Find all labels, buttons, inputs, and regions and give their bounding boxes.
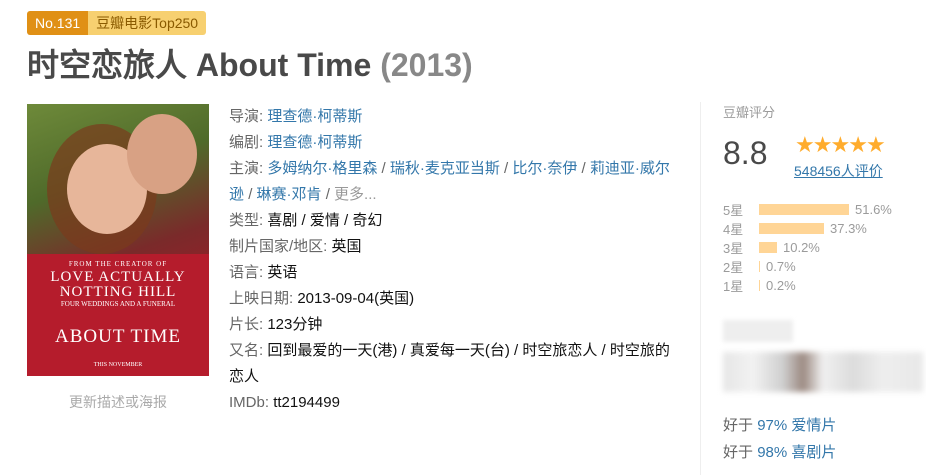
imdb-label: IMDb: (229, 394, 270, 411)
cast-row: 主演: 多姆纳尔·格里森 / 瑞秋·麦克亚当斯 / 比尔·奈伊 / 莉迪亚·威尔… (229, 160, 670, 203)
distribution-value: 10.2% (783, 240, 820, 255)
rating-stars-icon: ★★★★★ (795, 132, 886, 158)
country-label: 制片国家/地区: (229, 238, 328, 255)
top250-badge[interactable]: No.131 豆瓣电影Top250 (27, 11, 207, 35)
director-link[interactable]: 理查德·柯蒂斯 (267, 108, 362, 125)
distribution-row: 5星 51.6% (723, 200, 923, 219)
better-than-row: 好于 98% 喜剧片 (723, 439, 836, 466)
page-title: 时空恋旅人 About Time (2013) (27, 40, 473, 86)
cast-link[interactable]: 比尔·奈伊 (512, 160, 577, 177)
director-label: 导演: (229, 108, 264, 125)
rating-label: 豆瓣评分 (723, 105, 776, 120)
rating-score: 8.8 (723, 135, 768, 171)
star-icon: ★ (848, 132, 868, 157)
distribution-row: 2星 0.7% (723, 257, 923, 276)
aka-label: 又名: (229, 342, 264, 359)
language-label: 语言: (229, 264, 264, 281)
distribution-bar (759, 280, 760, 291)
top250-label: 豆瓣电影Top250 (88, 11, 207, 35)
distribution-value: 0.2% (766, 278, 796, 293)
star-level: 4星 (723, 222, 744, 237)
blurred-region (723, 320, 923, 392)
distribution-row: 3星 10.2% (723, 238, 923, 257)
blurred-content (723, 352, 923, 392)
distribution-bar (759, 261, 760, 272)
better-genre-link[interactable]: 喜剧片 (791, 444, 836, 461)
half-star-icon: ★ (865, 132, 886, 157)
section-divider (700, 102, 701, 475)
cast-link[interactable]: 多姆纳尔·格里森 (267, 160, 377, 177)
release-row: 上映日期: 2013-09-04(英国) (229, 286, 679, 312)
genre-row: 类型: 喜剧 / 爱情 / 奇幻 (229, 208, 679, 234)
distribution-value: 37.3% (830, 221, 867, 236)
star-icon: ★ (795, 132, 815, 157)
poster-credit-1: LOVE ACTUALLY (50, 269, 186, 285)
movie-name: 时空恋旅人 About Time (27, 47, 372, 83)
better-pct[interactable]: 98% (757, 444, 787, 461)
star-level: 5星 (723, 203, 744, 218)
runtime-label: 片长: (229, 316, 264, 333)
writer-label: 编剧: (229, 134, 264, 151)
star-icon: ★ (812, 132, 833, 157)
rating-panel: 豆瓣评分 8.8 ★★★★★ 548456人评价 (723, 102, 923, 179)
poster-credits: LOVE ACTUALLY NOTTING HILL (27, 270, 209, 300)
better-than: 好于 97% 爱情片 好于 98% 喜剧片 (723, 412, 836, 466)
star-level: 3星 (723, 241, 744, 256)
rating-distribution: 5星 51.6% 4星 37.3% 3星 10.2% 2星 0.7% 1星 0.… (723, 200, 923, 295)
writer-row: 编剧: 理查德·柯蒂斯 (229, 130, 679, 156)
movie-poster[interactable]: FROM THE CREATOR OF LOVE ACTUALLY NOTTIN… (27, 104, 209, 376)
language-value: 英语 (267, 264, 298, 281)
cast-more-link[interactable]: 更多... (334, 186, 377, 203)
distribution-row: 1星 0.2% (723, 276, 923, 295)
distribution-value: 51.6% (855, 202, 892, 217)
imdb-value: tt2194499 (273, 394, 340, 411)
poster-date: THIS NOVEMBER (93, 362, 143, 368)
distribution-bar (759, 204, 849, 215)
director-row: 导演: 理查德·柯蒂斯 (229, 104, 679, 130)
language-row: 语言: 英语 (229, 260, 679, 286)
writer-link[interactable]: 理查德·柯蒂斯 (267, 134, 362, 151)
country-value: 英国 (331, 238, 362, 255)
cast-label: 主演: (229, 160, 264, 177)
movie-info: 导演: 理查德·柯蒂斯 编剧: 理查德·柯蒂斯 主演: 多姆纳尔·格里森 / 瑞… (229, 104, 679, 416)
movie-year: (2013) (380, 47, 473, 83)
aka-value: 回到最爱的一天(港) / 真爱每一天(台) / 时空旅恋人 / 时空旅的恋人 (229, 342, 670, 385)
distribution-bar (759, 242, 777, 253)
rank-number: No.131 (27, 11, 89, 35)
cast-link[interactable]: 琳赛·邓肯 (257, 186, 322, 203)
poster-title: ABOUT TIME (55, 326, 181, 347)
better-prefix: 好于 (723, 417, 754, 434)
better-genre-link[interactable]: 爱情片 (791, 417, 836, 434)
distribution-value: 0.7% (766, 259, 796, 274)
release-label: 上映日期: (229, 290, 294, 307)
aka-row: 又名: 回到最爱的一天(港) / 真爱每一天(台) / 时空旅恋人 / 时空旅的… (229, 338, 679, 390)
release-value: 2013-09-04(英国) (297, 290, 415, 307)
distribution-bar (759, 223, 824, 234)
better-than-row: 好于 97% 爱情片 (723, 412, 836, 439)
runtime-row: 片长: 123分钟 (229, 312, 679, 338)
poster-tagline: FROM THE CREATOR OF (68, 260, 168, 268)
distribution-row: 4星 37.3% (723, 219, 923, 238)
blurred-heading (723, 320, 793, 342)
update-poster-link[interactable]: 更新描述或海报 (27, 392, 209, 412)
runtime-value: 123分钟 (267, 316, 323, 333)
star-level: 2星 (723, 260, 744, 275)
country-row: 制片国家/地区: 英国 (229, 234, 679, 260)
poster-credit-2: NOTTING HILL (59, 284, 177, 300)
better-pct[interactable]: 97% (757, 417, 787, 434)
better-prefix: 好于 (723, 444, 754, 461)
star-level: 1星 (723, 279, 744, 294)
genre-label: 类型: (229, 212, 264, 229)
star-icon: ★ (830, 132, 850, 157)
poster-face-man (127, 114, 197, 194)
genre-value: 喜剧 / 爱情 / 奇幻 (267, 212, 383, 229)
cast-link[interactable]: 瑞秋·麦克亚当斯 (390, 160, 500, 177)
rating-count-link[interactable]: 548456人评价 (794, 161, 883, 181)
poster-credit-3: FOUR WEDDINGS AND A FUNERAL (60, 300, 176, 308)
imdb-row: IMDb: tt2194499 (229, 390, 679, 416)
